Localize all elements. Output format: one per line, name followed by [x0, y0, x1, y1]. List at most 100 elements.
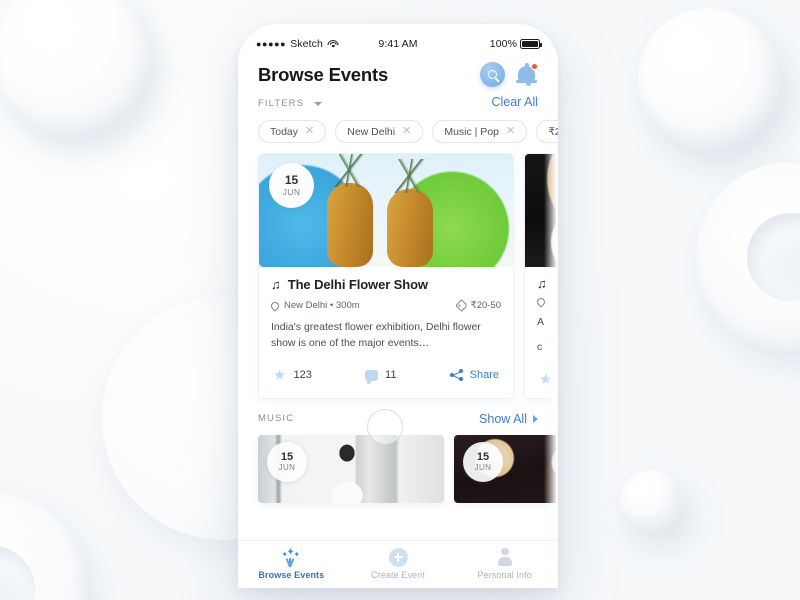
music-card[interactable]: 15 JUN: [258, 434, 444, 503]
event-meta-row: [535, 296, 558, 308]
star-icon: ★: [273, 366, 287, 384]
status-bar-right: 100%: [418, 38, 543, 50]
search-icon: [488, 70, 497, 79]
filter-chip-label: ₹20: [548, 125, 558, 138]
app-screen: ●●●●● Sketch 9:41 AM 100% Browse Events: [238, 24, 558, 588]
event-price: ₹20-50: [470, 300, 501, 311]
event-date-month: JUN: [282, 187, 301, 198]
fireworks-icon: ✦ ✦ ✦: [280, 547, 302, 567]
filter-chip-list: Today ✕ New Delhi ✕ Music | Pop ✕ ₹20 ✕: [238, 120, 558, 143]
music-note-icon: ♫: [271, 277, 281, 292]
event-description: India's greatest flower exhibition, Delh…: [271, 321, 481, 349]
event-title: The Delhi Flower Show: [287, 277, 428, 292]
tab-label: Browse Events: [258, 569, 325, 580]
music-date-month: JUN: [474, 463, 492, 473]
share-icon: [449, 369, 463, 382]
plus-circle-icon: [388, 547, 408, 567]
music-date-badge: 15 JUN: [267, 441, 307, 482]
status-bar: ●●●●● Sketch 9:41 AM 100%: [238, 24, 558, 58]
event-card-actions: ★ 123 11 Share: [259, 358, 513, 394]
music-date-month: JUN: [278, 463, 296, 473]
location-pin-icon: [269, 299, 281, 312]
close-icon[interactable]: ✕: [402, 126, 411, 137]
event-card-image: 15 JUN: [259, 154, 513, 267]
event-price-group: ₹20-50: [454, 299, 501, 312]
event-card-carousel[interactable]: 15 JUN ♫ The Delhi Flower Show New Delhi…: [238, 153, 558, 399]
phone-mockup: ●●●●● Sketch 9:41 AM 100% Browse Events: [238, 24, 558, 588]
show-all-button[interactable]: Show All: [479, 412, 538, 426]
battery-percent-label: 100%: [489, 38, 518, 50]
bottom-tab-bar: ✦ ✦ ✦ Browse Events Create Event Personal …: [238, 540, 558, 588]
decorative-sphere: [638, 8, 780, 150]
music-card[interactable]: 15 JUN: [454, 434, 558, 503]
comment-bubble-icon: [365, 369, 379, 381]
close-icon[interactable]: ✕: [305, 126, 314, 137]
event-card[interactable]: ♫ A c ★: [524, 153, 558, 399]
share-action[interactable]: Share: [449, 369, 499, 382]
music-section-title: MUSIC: [258, 413, 295, 425]
price-tag-icon: [454, 299, 468, 312]
event-card-body: ♫ A c: [525, 267, 558, 356]
search-button[interactable]: [480, 62, 505, 87]
filter-chip-label: New Delhi: [347, 125, 396, 138]
event-date-badge: 15 JUN: [269, 163, 314, 208]
tab-browse-events[interactable]: ✦ ✦ ✦ Browse Events: [238, 547, 345, 580]
event-photo-dark: [525, 154, 558, 267]
chevron-right-icon: [533, 414, 538, 423]
notification-badge: [530, 62, 538, 70]
tab-personal-info[interactable]: Personal Info: [451, 547, 558, 580]
share-label: Share: [469, 369, 499, 382]
event-meta-row: New Delhi • 300m ₹20-50: [269, 299, 501, 312]
decorative-sphere: [0, 0, 152, 138]
wifi-icon: [327, 39, 339, 49]
page-title: Browse Events: [258, 63, 389, 85]
scene: ●●●●● Sketch 9:41 AM 100% Browse Events: [0, 0, 800, 600]
filter-chip[interactable]: Today ✕: [258, 120, 327, 143]
event-card[interactable]: 15 JUN ♫ The Delhi Flower Show New Delhi…: [258, 153, 514, 399]
music-date-badge: 15 JUN: [463, 441, 503, 482]
tab-create-event[interactable]: Create Event: [345, 547, 452, 580]
event-title-row: ♫ The Delhi Flower Show: [271, 277, 501, 292]
touch-indicator: [367, 409, 403, 445]
filter-chip[interactable]: Music | Pop ✕: [432, 120, 528, 143]
clear-all-button[interactable]: Clear All: [491, 95, 538, 109]
show-all-label: Show All: [479, 411, 527, 426]
decorative-ring: [696, 162, 800, 352]
status-bar-left: ●●●●● Sketch: [256, 38, 378, 50]
header-actions: [480, 62, 538, 87]
event-location: New Delhi • 300m: [284, 300, 360, 311]
tab-label: Personal Info: [477, 569, 532, 580]
event-description-overflow: c: [537, 340, 543, 353]
content-scroll-area[interactable]: 15 JUN ♫ The Delhi Flower Show New Delhi…: [238, 153, 558, 540]
filter-chip[interactable]: ₹20 ✕: [536, 120, 558, 143]
filters-label: FILTERS: [258, 98, 305, 109]
tab-label: Create Event: [371, 569, 425, 580]
decorative-ring: [0, 492, 88, 600]
status-bar-time: 9:41 AM: [378, 38, 418, 50]
music-note-icon: ♫: [537, 276, 547, 291]
event-description: A: [537, 316, 545, 328]
decorative-sphere: [620, 470, 682, 532]
filter-chip-label: Today: [270, 125, 299, 138]
filters-toggle[interactable]: FILTERS: [258, 93, 322, 111]
filters-row: FILTERS Clear All: [238, 87, 558, 111]
filter-chip[interactable]: New Delhi ✕: [335, 120, 424, 143]
event-location-group: [535, 296, 550, 308]
star-icon: ★: [539, 370, 553, 388]
notifications-button[interactable]: [516, 62, 538, 87]
location-pin-icon: [535, 296, 547, 308]
comment-action[interactable]: 11: [365, 369, 396, 381]
carrier-label: Sketch: [290, 38, 323, 50]
star-action[interactable]: ★: [539, 372, 552, 387]
music-date-day: 15: [476, 450, 490, 463]
event-date-day: 15: [284, 172, 299, 187]
close-icon[interactable]: ✕: [506, 126, 515, 137]
star-action[interactable]: ★ 123: [273, 368, 312, 383]
event-card-actions: ★: [525, 362, 558, 398]
chevron-down-icon: [313, 102, 322, 106]
event-location-group: New Delhi • 300m: [269, 299, 360, 312]
event-card-image: [525, 154, 558, 267]
filter-chip-label: Music | Pop: [444, 125, 499, 138]
person-icon: [495, 547, 514, 567]
battery-icon: [520, 39, 543, 49]
